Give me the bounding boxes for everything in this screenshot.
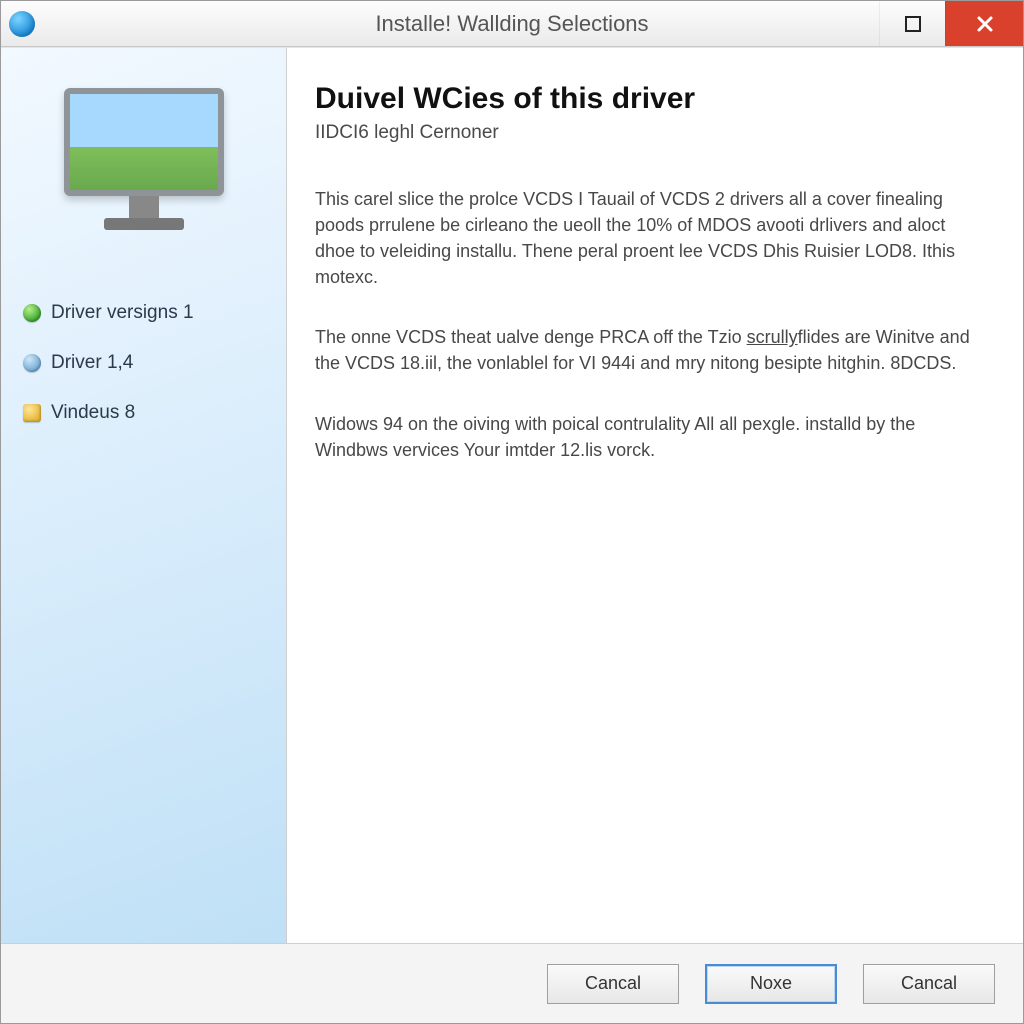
paragraph-3: Widows 94 on the oiving with poical cont… xyxy=(315,411,983,463)
sidebar-list: Driver versigns 1 Driver 1,4 Vindeus 8 xyxy=(19,288,268,438)
status-dot-green-icon xyxy=(23,304,41,322)
sidebar-item-label: Driver 1,4 xyxy=(51,352,133,374)
monitor-stand-icon xyxy=(129,196,159,218)
cancel-button-left[interactable]: Cancal xyxy=(547,964,679,1004)
paragraph-2: The onne VCDS theat ualve denge PRCA off… xyxy=(315,324,983,376)
body: Driver versigns 1 Driver 1,4 Vindeus 8 D… xyxy=(1,47,1023,943)
inline-link[interactable]: scrully xyxy=(747,327,798,347)
sidebar-item-driver-1-4[interactable]: Driver 1,4 xyxy=(19,338,268,388)
window-title: Installe! Wallding Selections xyxy=(1,11,1023,37)
status-dot-blue-icon xyxy=(23,354,41,372)
maximize-button[interactable] xyxy=(879,1,945,46)
page-heading: Duivel WCies of this driver xyxy=(315,82,983,116)
sidebar-item-driver-versions-1[interactable]: Driver versigns 1 xyxy=(19,288,268,338)
maximize-icon xyxy=(905,16,921,32)
main-content: Duivel WCies of this driver IIDCI6 leghl… xyxy=(287,48,1023,943)
cancel-button-right[interactable]: Cancal xyxy=(863,964,995,1004)
footer: Cancal Noxe Cancal xyxy=(1,943,1023,1023)
sidebar: Driver versigns 1 Driver 1,4 Vindeus 8 xyxy=(1,48,287,943)
titlebar: Installe! Wallding Selections xyxy=(1,1,1023,47)
sidebar-item-label: Driver versigns 1 xyxy=(51,302,194,324)
close-icon xyxy=(976,15,994,33)
status-dot-yellow-icon xyxy=(23,404,41,422)
paragraph-2a: The onne VCDS theat ualve denge PRCA off… xyxy=(315,327,747,347)
sidebar-item-vindeus-8[interactable]: Vindeus 8 xyxy=(19,388,268,438)
monitor-base-icon xyxy=(104,218,184,230)
window-controls xyxy=(879,1,1023,46)
sidebar-item-label: Vindeus 8 xyxy=(51,402,135,424)
close-button[interactable] xyxy=(945,1,1023,46)
monitor-screen-icon xyxy=(64,88,224,196)
installer-window: Installe! Wallding Selections Dri xyxy=(0,0,1024,1024)
page-subtitle: IIDCI6 leghl Cernoner xyxy=(315,122,983,144)
paragraph-1: This carel slice the prolce VCDS I Tauai… xyxy=(315,186,983,290)
monitor-illustration xyxy=(54,88,234,238)
app-icon xyxy=(9,11,35,37)
next-button[interactable]: Noxe xyxy=(705,964,837,1004)
